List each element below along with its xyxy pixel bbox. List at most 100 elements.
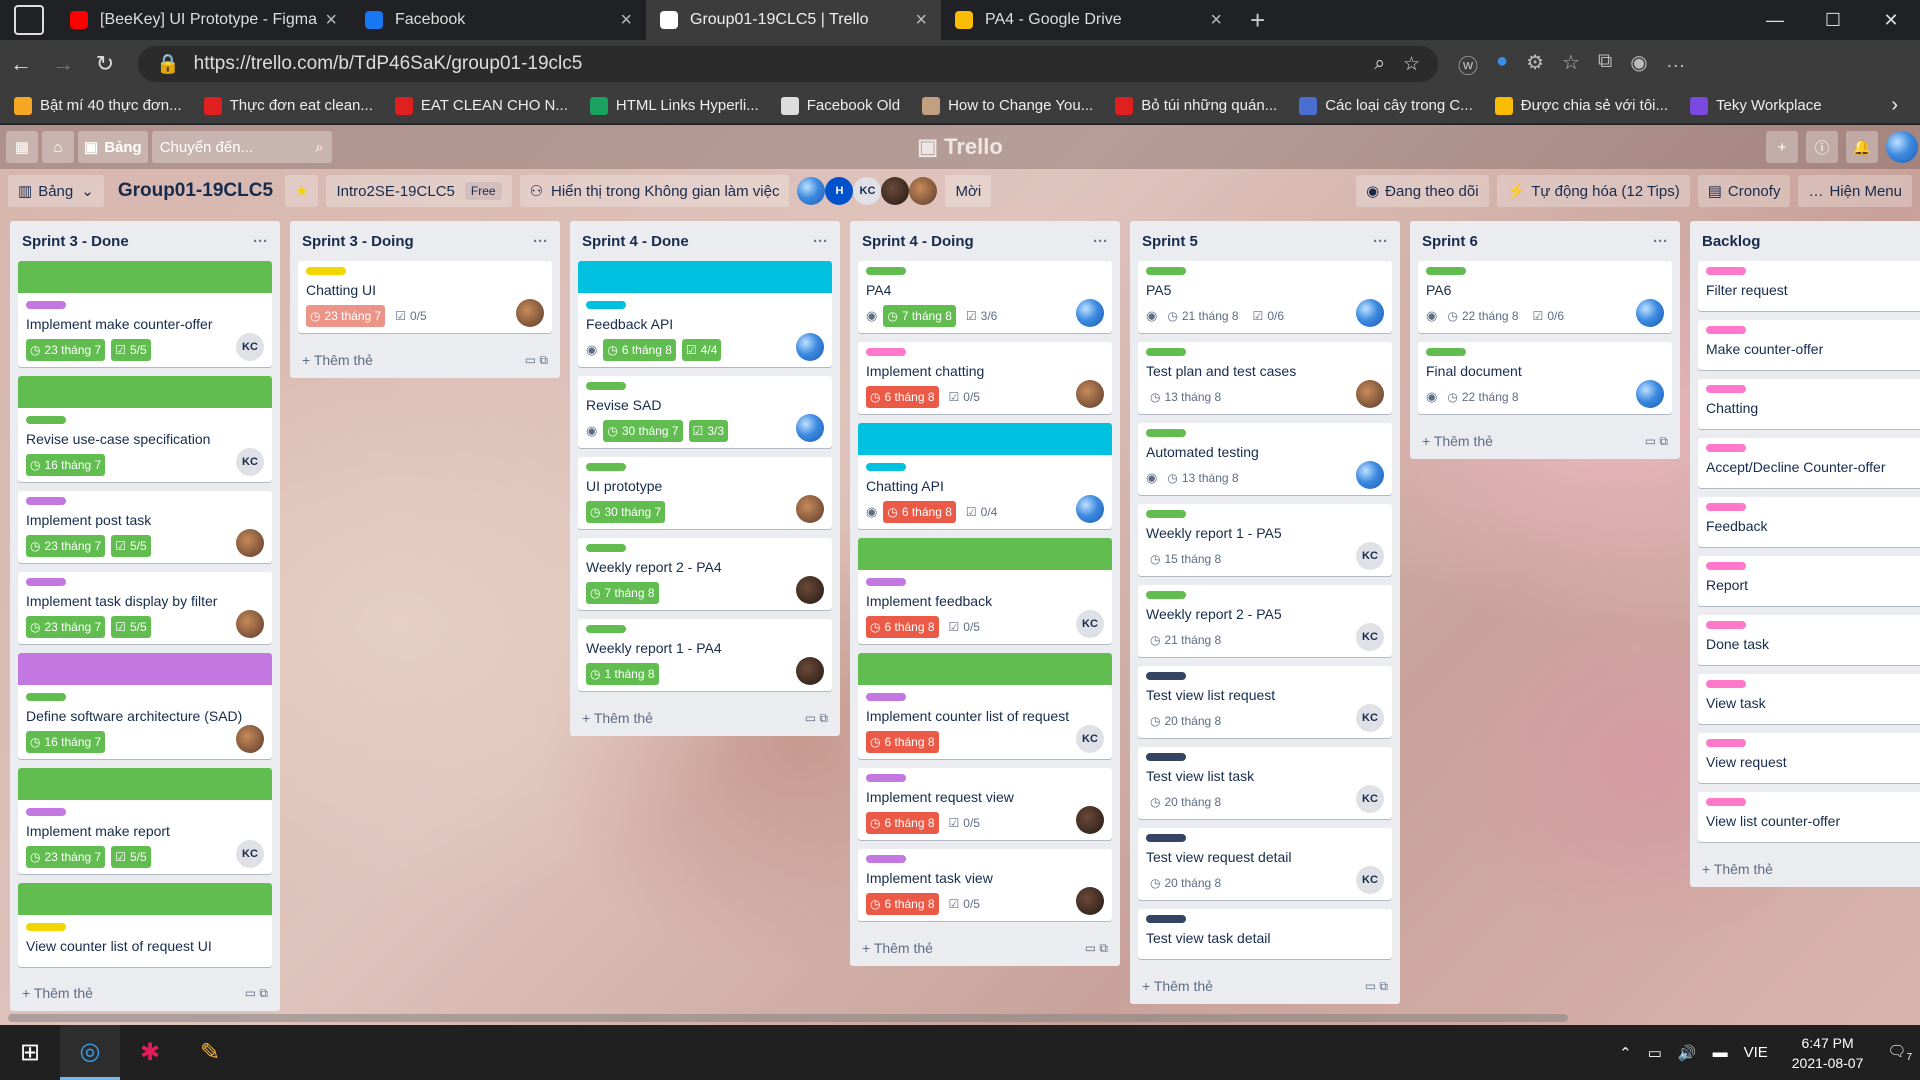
due-date-badge[interactable]: ◷ 23 tháng 7 xyxy=(26,339,106,361)
member-avatar[interactable]: KC xyxy=(1356,704,1384,732)
browser-tab[interactable]: Group01-19CLC5 | Trello × xyxy=(646,0,941,40)
scrollbar-thumb[interactable] xyxy=(8,1014,1568,1022)
slack-icon[interactable]: ✱ xyxy=(120,1025,180,1080)
member-avatar[interactable] xyxy=(236,529,264,557)
list-more-icon[interactable]: ··· xyxy=(253,233,268,250)
card-label[interactable] xyxy=(1146,753,1186,761)
due-date-badge[interactable]: ◷ 23 tháng 7 xyxy=(26,535,106,557)
member-avatar[interactable] xyxy=(1076,299,1104,327)
card[interactable]: Test view list task ◷ 20 tháng 8 KC xyxy=(1138,747,1392,819)
url-field[interactable]: 🔒 https://trello.com/b/TdP46SaK/group01-… xyxy=(138,46,1438,82)
horizontal-scrollbar[interactable] xyxy=(8,1014,1568,1022)
list-title[interactable]: Sprint 3 - Done xyxy=(22,233,129,250)
favorite-star-icon[interactable]: ☆ xyxy=(1403,53,1420,76)
account-avatar[interactable] xyxy=(1886,131,1918,163)
card[interactable]: Revise SAD ◉ ◷ 30 tháng 7 ☑ 3/3 xyxy=(578,376,832,448)
card[interactable]: Implement request view ◷ 6 tháng 8 ☑ 0/5 xyxy=(858,768,1112,840)
card[interactable]: Implement make report ◷ 23 tháng 7 ☑ 5/5 KC xyxy=(18,768,272,874)
card[interactable]: PA5 ◉ ◷ 21 tháng 8 ☑ 0/6 xyxy=(1138,261,1392,333)
due-date-badge[interactable]: ◷ 23 tháng 7 xyxy=(306,305,386,327)
card[interactable]: Test view request detail ◷ 20 tháng 8 KC xyxy=(1138,828,1392,900)
bookmark-item[interactable]: HTML Links Hyperli... xyxy=(589,96,759,115)
member-avatar[interactable] xyxy=(1356,461,1384,489)
profile-icon[interactable]: ◉ xyxy=(1630,50,1647,79)
card-template-icon[interactable]: ▭ ⧉ xyxy=(1365,979,1388,994)
card-label[interactable] xyxy=(1706,444,1746,452)
card-label[interactable] xyxy=(26,301,66,309)
member-avatar[interactable]: KC xyxy=(1356,785,1384,813)
bookmark-item[interactable]: Các loại cây trong C... xyxy=(1299,96,1473,115)
card-label[interactable] xyxy=(1426,267,1466,275)
due-date-badge[interactable]: ◷ 21 tháng 8 xyxy=(1146,629,1225,651)
card[interactable]: Implement make counter-offer ◷ 23 tháng 7… xyxy=(18,261,272,367)
member-avatar[interactable]: KC xyxy=(1076,610,1104,638)
due-date-badge[interactable]: ◷ 15 tháng 8 xyxy=(1146,548,1225,570)
language-indicator[interactable]: VIE xyxy=(1744,1044,1768,1061)
card-label[interactable] xyxy=(1146,915,1186,923)
add-card-button[interactable]: + Thêm thẻ▭ ⧉ xyxy=(570,700,840,736)
card[interactable]: Make counter-offer xyxy=(1698,320,1920,370)
due-date-badge[interactable]: ◷ 13 tháng 8 xyxy=(1163,467,1242,489)
due-date-badge[interactable]: ◷ 30 tháng 7 xyxy=(603,420,683,442)
collections-icon[interactable]: ⧉ xyxy=(1598,50,1612,79)
invite-button[interactable]: Mời xyxy=(945,175,992,207)
card-label[interactable] xyxy=(26,416,66,424)
add-card-button[interactable]: + Thêm thẻ▭ ⧉ xyxy=(1690,851,1920,887)
card[interactable]: Chatting UI ◷ 23 tháng 7 ☑ 0/5 xyxy=(298,261,552,333)
member-avatar[interactable]: KC xyxy=(236,840,264,868)
network-icon[interactable]: ▭ xyxy=(1648,1044,1662,1062)
member-avatar[interactable] xyxy=(796,414,824,442)
card-label[interactable] xyxy=(26,578,66,586)
apps-grid-icon[interactable]: ▦ xyxy=(6,131,38,163)
card-template-icon[interactable]: ▭ ⧉ xyxy=(1645,434,1668,449)
wordpress-extension-icon[interactable]: ⓦ xyxy=(1458,50,1478,79)
card-label[interactable] xyxy=(1706,385,1746,393)
card[interactable]: Chatting xyxy=(1698,379,1920,429)
bookmark-item[interactable]: Teky Workplace xyxy=(1690,96,1822,115)
member-avatar[interactable]: KC xyxy=(1356,866,1384,894)
list-more-icon[interactable]: ··· xyxy=(533,233,548,250)
list-title[interactable]: Sprint 5 xyxy=(1142,233,1198,250)
add-card-button[interactable]: + Thêm thẻ▭ ⧉ xyxy=(290,342,560,378)
due-date-badge[interactable]: ◷ 6 tháng 8 xyxy=(603,339,676,361)
card[interactable]: Feedback xyxy=(1698,497,1920,547)
windows-start-icon[interactable]: ⊞ xyxy=(0,1025,60,1080)
member-avatar[interactable] xyxy=(1636,380,1664,408)
card-label[interactable] xyxy=(26,808,66,816)
list-header[interactable]: Backlog··· xyxy=(1690,221,1920,261)
member-avatar[interactable] xyxy=(796,333,824,361)
close-window-icon[interactable]: ✕ xyxy=(1862,0,1920,40)
card-label[interactable] xyxy=(866,774,906,782)
visibility-button[interactable]: ⚇ Hiển thị trong Không gian làm việc xyxy=(519,175,790,207)
list-header[interactable]: Sprint 4 - Doing ··· xyxy=(850,221,1120,261)
card[interactable]: Chatting API ◉ ◷ 6 tháng 8 ☑ 0/4 xyxy=(858,423,1112,529)
card[interactable]: Filter request xyxy=(1698,261,1920,311)
card[interactable]: Weekly report 2 - PA4 ◷ 7 tháng 8 xyxy=(578,538,832,610)
bookmark-item[interactable]: Facebook Old xyxy=(780,96,900,115)
due-date-badge[interactable]: ◷ 7 tháng 8 xyxy=(883,305,956,327)
list-title[interactable]: Sprint 6 xyxy=(1422,233,1478,250)
card[interactable]: UI prototype ◷ 30 tháng 7 xyxy=(578,457,832,529)
due-date-badge[interactable]: ◷ 1 tháng 8 xyxy=(586,663,659,685)
card[interactable]: Weekly report 2 - PA5 ◷ 21 tháng 8 KC xyxy=(1138,585,1392,657)
close-tab-icon[interactable]: × xyxy=(915,9,927,32)
browser-tab[interactable]: [BeeKey] UI Prototype - Figma - YouTube × xyxy=(56,0,351,40)
card-label[interactable] xyxy=(1146,591,1186,599)
due-date-badge[interactable]: ◷ 16 tháng 7 xyxy=(26,731,106,753)
list-title[interactable]: Sprint 4 - Doing xyxy=(862,233,974,250)
card-label[interactable] xyxy=(1146,267,1186,275)
card-label[interactable] xyxy=(1146,429,1186,437)
due-date-badge[interactable]: ◷ 21 tháng 8 xyxy=(1163,305,1242,327)
edge-browser-icon[interactable]: ◎ xyxy=(60,1025,120,1080)
card-label[interactable] xyxy=(26,497,66,505)
add-card-button[interactable]: + Thêm thẻ▭ ⧉ xyxy=(10,975,280,1011)
member-avatar[interactable] xyxy=(1076,887,1104,915)
bookmark-item[interactable]: Được chia sẻ với tôi... xyxy=(1494,96,1668,115)
bookmark-item[interactable]: Bỏ túi những quán... xyxy=(1115,96,1277,115)
card-label[interactable] xyxy=(1146,348,1186,356)
volume-icon[interactable]: 🔊 xyxy=(1678,1044,1697,1062)
notification-center-icon[interactable]: 🗨7 xyxy=(1887,1042,1912,1063)
list-header[interactable]: Sprint 6 ··· xyxy=(1410,221,1680,261)
card[interactable]: Revise use-case specification ◷ 16 tháng … xyxy=(18,376,272,482)
due-date-badge[interactable]: ◷ 6 tháng 8 xyxy=(866,616,939,638)
